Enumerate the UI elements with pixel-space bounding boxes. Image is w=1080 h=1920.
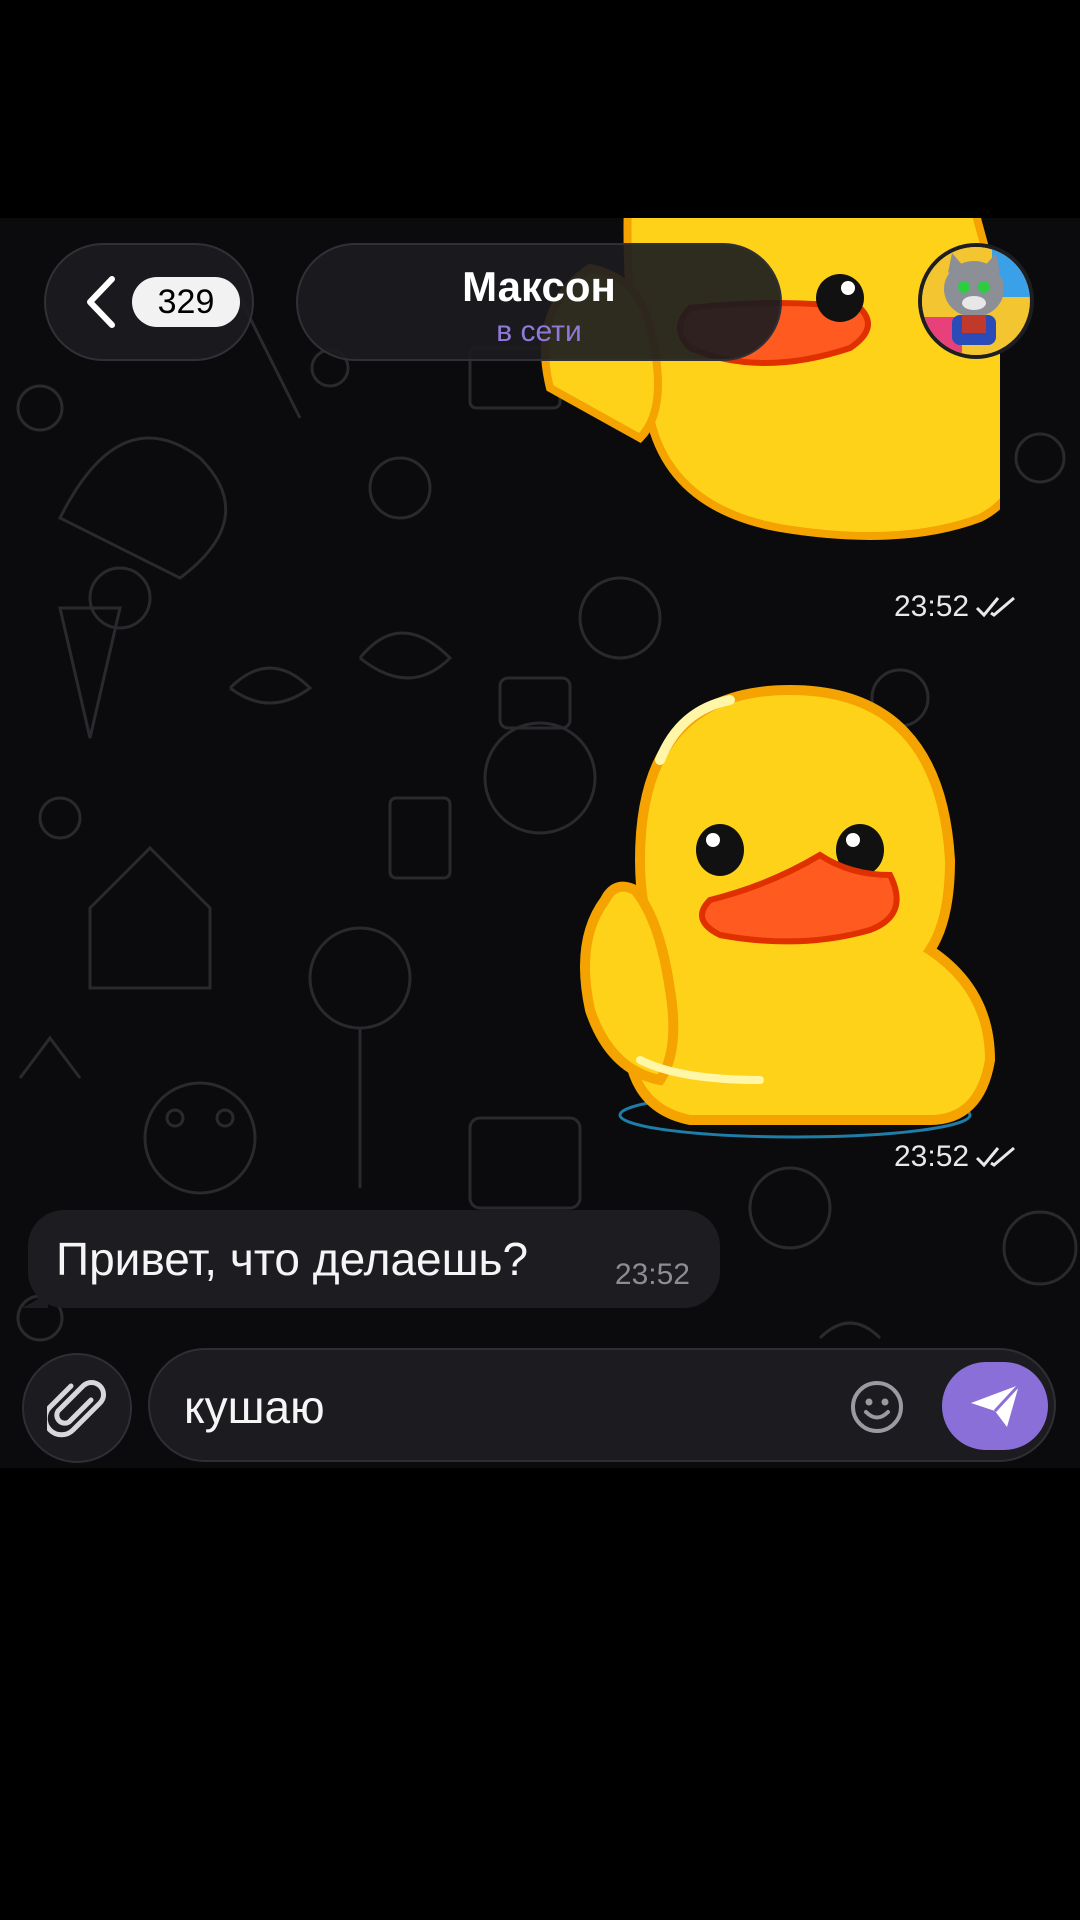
incoming-message-bubble[interactable]: Привет, что делаешь? 23:52	[28, 1210, 720, 1308]
message-input[interactable]: кушаю	[148, 1348, 1056, 1462]
back-button[interactable]: 329	[44, 243, 254, 361]
send-button[interactable]	[942, 1362, 1048, 1450]
send-icon	[971, 1383, 1021, 1427]
message-input-text[interactable]: кушаю	[184, 1380, 325, 1434]
double-check-icon	[976, 1146, 1016, 1168]
sticker-duck-2[interactable]	[580, 680, 1000, 1150]
attach-button[interactable]	[22, 1353, 132, 1463]
avatar-image	[922, 247, 1030, 355]
message-time-sticker-1: 23:52	[894, 590, 1019, 624]
avatar[interactable]	[918, 243, 1034, 359]
chat-title[interactable]: Максон в сети	[296, 243, 782, 361]
double-check-icon	[976, 596, 1016, 618]
emoji-icon[interactable]	[850, 1380, 904, 1434]
message-time: 23:52	[614, 1258, 690, 1291]
message-time-sticker-2: 23:52	[894, 1140, 1019, 1174]
message-text: Привет, что делаешь?	[56, 1233, 529, 1285]
chevron-left-icon	[87, 276, 115, 328]
contact-name: Максон	[462, 263, 616, 310]
paperclip-icon	[47, 1380, 106, 1438]
contact-status: в сети	[496, 315, 582, 348]
unread-count-badge: 329	[132, 277, 240, 327]
